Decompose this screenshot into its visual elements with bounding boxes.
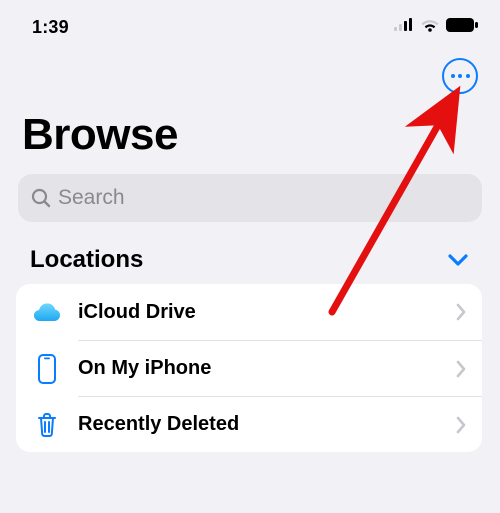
locations-list: iCloud Drive On My iPhone <box>16 284 482 452</box>
cellular-icon <box>394 18 414 36</box>
nav-bar <box>0 46 500 94</box>
more-button[interactable] <box>442 58 478 94</box>
status-indicators <box>394 18 478 37</box>
cloud-icon <box>32 297 62 327</box>
trash-icon <box>32 410 62 440</box>
location-row-recently-deleted[interactable]: Recently Deleted <box>78 396 482 452</box>
locations-header[interactable]: Locations <box>0 246 500 284</box>
battery-icon <box>446 18 478 37</box>
locations-title: Locations <box>30 246 143 274</box>
search-input[interactable] <box>58 186 470 210</box>
page-title: Browse <box>0 94 500 174</box>
location-label: Recently Deleted <box>78 413 456 436</box>
ellipsis-icon <box>451 74 470 78</box>
iphone-icon <box>32 354 62 384</box>
location-row-icloud[interactable]: iCloud Drive <box>16 284 482 340</box>
wifi-icon <box>420 18 440 37</box>
search-field[interactable] <box>18 174 482 222</box>
location-label: iCloud Drive <box>78 301 456 324</box>
chevron-down-icon <box>448 253 468 267</box>
status-time: 1:39 <box>32 17 69 38</box>
chevron-right-icon <box>456 360 466 378</box>
status-bar: 1:39 <box>0 0 500 46</box>
location-label: On My iPhone <box>78 357 456 380</box>
chevron-right-icon <box>456 416 466 434</box>
search-container <box>18 174 482 222</box>
search-icon <box>30 187 52 209</box>
files-browse-screen: 1:39 <box>0 0 500 513</box>
chevron-right-icon <box>456 303 466 321</box>
location-row-on-my-iphone[interactable]: On My iPhone <box>78 340 482 396</box>
